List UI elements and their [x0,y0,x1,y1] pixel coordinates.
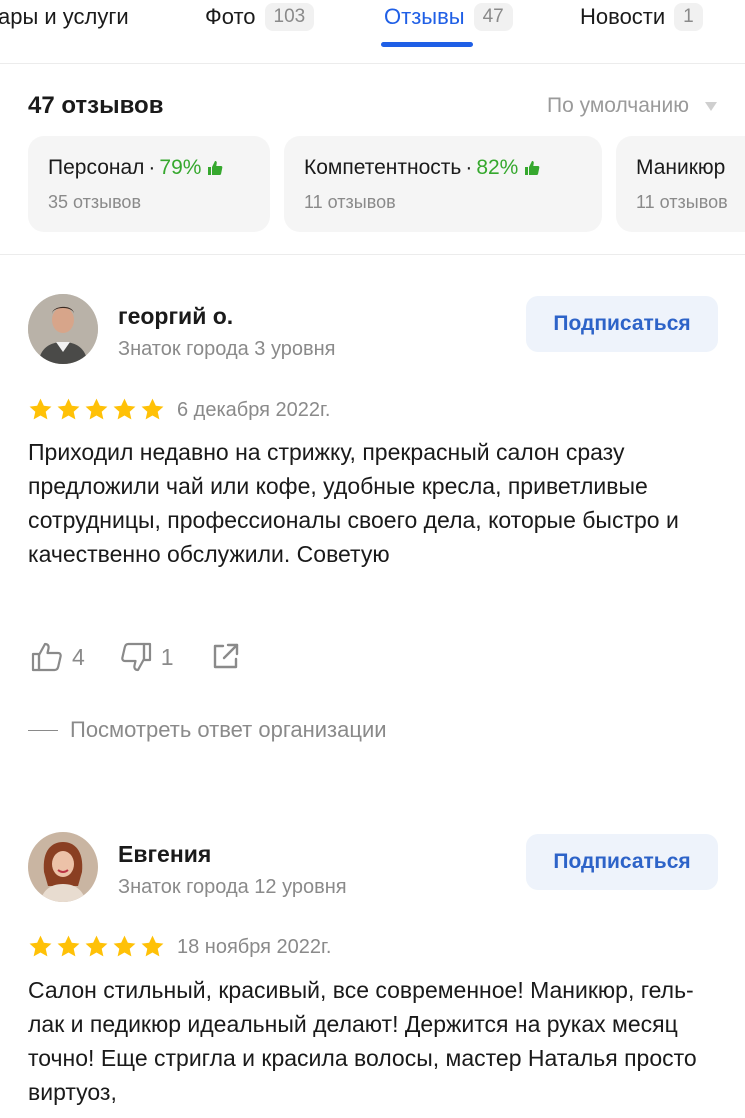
aspect-name: Компетентность [304,156,462,179]
star-icon [85,935,108,957]
star-icon [141,935,164,957]
aspect-separator: · [465,156,473,179]
sort-arrow-icon [705,101,717,111]
tab-label: Новости [580,4,666,29]
tab-count-badge: 103 [264,3,315,31]
aspect-name: Персонал [48,156,145,179]
tab-label: Отзывы [384,4,465,29]
aspect-review-count: 11 отзывов [304,192,396,212]
aspect-separator: · [148,156,156,179]
tab-photo[interactable]: Фото 103 [205,2,315,32]
thumb-up-icon [208,161,223,175]
avatar-image [28,832,98,902]
rating-stars [28,934,165,959]
review-actions: 4 1 [30,640,242,674]
review-text: Салон стильный, красивый, все современно… [28,977,697,1105]
dislike-count: 1 [160,643,174,670]
tab-label: ары и услуги [0,4,129,29]
tab-goods-services[interactable]: ары и услуги [0,2,129,32]
like-count: 4 [72,643,85,670]
section-divider [0,254,745,255]
author-name[interactable]: георгий о. [118,303,233,330]
active-tab-indicator [381,42,473,47]
thumb-down-icon[interactable] [119,640,153,674]
aspect-review-count: 35 отзывов [48,192,142,212]
review-date: 18 ноября 2022г. [177,936,332,958]
tab-reviews[interactable]: Отзывы 47 [384,2,513,32]
star-icon [29,398,52,420]
dash-line [28,729,58,731]
aspect-chip-staff[interactable]: Персонал · 79% 35 отзывов [28,136,270,232]
sort-label: По умолчанию [546,94,689,117]
star-icon [113,935,136,957]
share-icon[interactable] [208,640,242,674]
view-org-reply-link[interactable]: Посмотреть ответ организации [28,717,387,743]
tab-count-badge: 47 [473,3,513,31]
star-icon [57,398,80,420]
aspect-percent: 82% [476,156,519,179]
subscribe-button[interactable]: Подписаться [526,296,718,352]
tab-news[interactable]: Новости 1 [580,2,703,32]
star-icon [85,398,108,420]
aspect-review-count: 11 отзывов [636,192,728,212]
avatar[interactable] [28,294,98,364]
subscribe-button[interactable]: Подписаться [526,834,718,890]
author-name[interactable]: Евгения [118,841,211,868]
star-icon [29,935,52,957]
rating-stars [28,397,165,422]
review-date: 6 декабря 2022г. [177,399,331,421]
author-level: Знаток города 3 уровня [118,338,336,360]
avatar[interactable] [28,832,98,902]
review-text: Приходил недавно на стрижку, прекрасный … [28,439,679,567]
author-level: Знаток города 12 уровня [118,876,347,898]
star-icon [57,935,80,957]
avatar-image [28,294,98,364]
sort-dropdown[interactable]: По умолчанию [547,94,717,118]
aspect-chip-manicure[interactable]: Маникюр 11 отзывов [616,136,745,232]
tabs-bar: ары и услуги Фото 103 Отзывы 47 Новости … [0,0,745,64]
aspect-name: Маникюр [636,156,726,179]
tab-count-badge: 1 [674,3,703,31]
tab-label: Фото [205,4,256,29]
thumb-up-icon [525,161,540,175]
org-reply-label: Посмотреть ответ организации [70,717,387,742]
star-icon [113,398,136,420]
aspect-chip-competence[interactable]: Компетентность · 82% 11 отзывов [284,136,602,232]
reviews-count-heading: 47 отзывов [28,92,164,119]
aspect-percent: 79% [159,156,202,179]
thumb-up-icon[interactable] [30,640,64,674]
star-icon [141,398,164,420]
